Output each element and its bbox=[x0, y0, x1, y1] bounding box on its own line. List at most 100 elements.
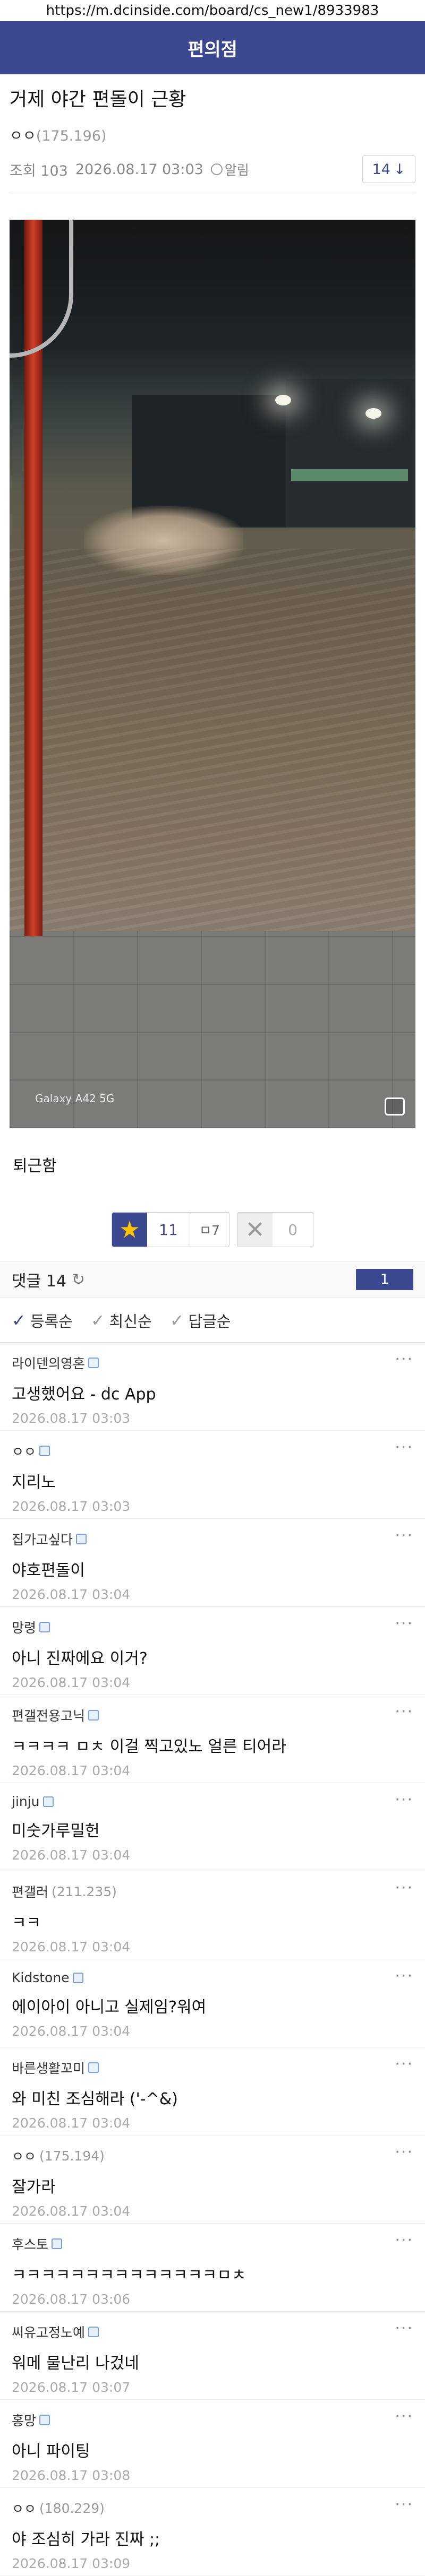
comment-item[interactable]: 후스토 ㅋㅋㅋㅋㅋㅋㅋㅋㅋㅋㅋㅋㅋㅋㅁㅊ 2026.08.17 03:06 ··· bbox=[0, 2224, 425, 2312]
more-icon[interactable]: ··· bbox=[395, 2143, 413, 2162]
more-icon[interactable]: ··· bbox=[395, 1350, 413, 1369]
comment-date: 2026.08.17 03:04 bbox=[12, 1939, 131, 1955]
comment-text: 잘가라 bbox=[12, 2178, 56, 2197]
comment-author[interactable]: jinju bbox=[12, 1794, 413, 1809]
check-icon: ✓ bbox=[12, 1310, 26, 1330]
comment-page-badge[interactable]: 1 bbox=[356, 1269, 413, 1290]
upvote-count: 11 bbox=[159, 1221, 178, 1239]
downvote-count: 0 bbox=[288, 1221, 298, 1239]
comment-date: 2026.08.17 03:04 bbox=[12, 2115, 131, 2131]
comment-author[interactable]: 바른생활꼬미 bbox=[12, 2058, 413, 2077]
comment-nick: 라이덴의영혼 bbox=[12, 1356, 86, 1371]
more-icon[interactable]: ··· bbox=[395, 1526, 413, 1545]
gallog-icon bbox=[39, 2415, 50, 2425]
comment-jump-button[interactable]: 14 ↓ bbox=[362, 155, 415, 183]
comment-ip: (211.235) bbox=[52, 1883, 117, 1899]
gallog-icon bbox=[88, 1358, 99, 1368]
comment-ip: (180.229) bbox=[39, 2500, 105, 2516]
url-bar[interactable]: https://m.dcinside.com/board/cs_new1/893… bbox=[0, 0, 425, 21]
comment-item[interactable]: ㅇㅇ (175.194) 잘가라 2026.08.17 03:04 ··· bbox=[0, 2136, 425, 2224]
board-header[interactable]: 편의점 bbox=[0, 21, 425, 74]
sort-label: 답글순 bbox=[188, 1312, 231, 1330]
gallog-icon bbox=[72, 1972, 83, 1983]
upvote-box[interactable]: ★ 11 ㅁ7 bbox=[112, 1212, 230, 1247]
comment-item[interactable]: Kidstone 에이아이 아니고 실제임?워여 2026.08.17 03:04 ·… bbox=[0, 1959, 425, 2047]
comment-date: 2026.08.17 03:07 bbox=[12, 2380, 131, 2395]
author-nick: ㅇㅇ bbox=[10, 128, 36, 144]
board-title: 편의점 bbox=[188, 39, 237, 60]
comment-item[interactable]: 라이덴의영혼 고생했어요 - dc App 2026.08.17 03:03 ··· bbox=[0, 1343, 425, 1431]
refresh-icon[interactable]: ↻ bbox=[72, 1270, 85, 1289]
more-icon[interactable]: ··· bbox=[395, 1702, 413, 1721]
comment-author[interactable]: ㅇㅇ (180.229) bbox=[12, 2499, 413, 2518]
sort-label: 등록순 bbox=[30, 1312, 73, 1330]
post-image[interactable]: Galaxy A42 5G bbox=[10, 220, 415, 1128]
comment-nick: 홍망 bbox=[12, 2413, 37, 2428]
comment-author[interactable]: 홍망 bbox=[12, 2410, 413, 2430]
comment-item[interactable]: 홍망 아니 파이팅 2026.08.17 03:08 ··· bbox=[0, 2400, 425, 2488]
comment-nick: 망령 bbox=[12, 1620, 37, 1636]
more-icon[interactable]: ··· bbox=[395, 2495, 413, 2514]
comment-author[interactable]: 편갤러 (211.235) bbox=[12, 1882, 413, 1901]
chat-icon[interactable] bbox=[385, 1097, 405, 1116]
comment-item[interactable]: 바른생활꼬미 와 미친 조심해라 ('-^&) 2026.08.17 03:04 ··… bbox=[0, 2047, 425, 2136]
comment-nick: 바른생활꼬미 bbox=[12, 2061, 86, 2076]
gallog-icon bbox=[88, 2327, 99, 2337]
comment-item[interactable]: 망령 아니 진짜에요 이거? 2026.08.17 03:04 ··· bbox=[0, 1607, 425, 1695]
comment-author[interactable]: 편갤전용고닉 bbox=[12, 1706, 413, 1725]
comment-text: ㅋㅋ bbox=[12, 1914, 41, 1932]
comment-item[interactable]: 편갤러 (211.235) ㅋㅋ 2026.08.17 03:04 ··· bbox=[0, 1871, 425, 1959]
comment-author[interactable]: 집가고싶다 bbox=[12, 1529, 413, 1549]
alarm-label: 알림 bbox=[224, 162, 249, 178]
fixed-upvote-count: ㅁ7 bbox=[190, 1213, 229, 1247]
comment-author[interactable]: 씨유고정노예 bbox=[12, 2322, 413, 2341]
more-icon[interactable]: ··· bbox=[395, 1438, 413, 1457]
comment-count: 14 bbox=[372, 161, 390, 178]
comment-date: 2026.08.17 03:06 bbox=[12, 2292, 131, 2307]
more-icon[interactable]: ··· bbox=[395, 2231, 413, 2250]
comment-text: 워메 물난리 나겄네 bbox=[12, 2354, 139, 2373]
comment-item[interactable]: 편갤전용고닉 ㅋㅋㅋㅋ ㅁㅊ 이걸 찍고있노 얼른 티어라 2026.08.17 0… bbox=[0, 1695, 425, 1783]
comment-author[interactable]: Kidstone bbox=[12, 1970, 413, 1985]
comment-item[interactable]: 집가고싶다 야호편돌이 2026.08.17 03:04 ··· bbox=[0, 1519, 425, 1607]
comment-date: 2026.08.17 03:03 bbox=[12, 1411, 131, 1426]
star-icon[interactable]: ★ bbox=[112, 1213, 147, 1247]
downvote-box[interactable]: ✕ 0 bbox=[237, 1212, 313, 1247]
comment-item[interactable]: jinju 미숫가루밀헌 2026.08.17 03:04 ··· bbox=[0, 1783, 425, 1871]
alarm-button[interactable]: 알림 bbox=[210, 160, 249, 179]
more-icon[interactable]: ··· bbox=[395, 1614, 413, 1633]
comment-text: ㅋㅋㅋㅋㅋㅋㅋㅋㅋㅋㅋㅋㅋㅋㅁㅊ bbox=[12, 2266, 246, 2285]
gallog-icon bbox=[42, 1796, 54, 1807]
more-icon[interactable]: ··· bbox=[395, 1791, 413, 1809]
comment-item[interactable]: 씨유고정노예워메 물난리 나겄네 2026.08.17 03:07 ··· bbox=[0, 2312, 425, 2400]
comment-author[interactable]: ㅇㅇ (175.194) bbox=[12, 2146, 413, 2165]
comment-author[interactable]: 라이덴의영혼 bbox=[12, 1353, 413, 1372]
comment-text: 아니 파이팅 bbox=[12, 2442, 90, 2461]
author-ip: (175.196) bbox=[36, 128, 107, 144]
more-icon[interactable]: ··· bbox=[395, 1879, 413, 1897]
post-header: 거제 야간 편돌이 근황 ㅇㅇ(175.196) 조회 103 2026.08.… bbox=[0, 74, 425, 194]
photo-mirror bbox=[10, 220, 73, 358]
comment-item[interactable]: ㅇㅇ (180.229) 야 조심히 가라 진짜 ;; 2026.08.17 03:0… bbox=[0, 2488, 425, 2576]
photo-flood-water bbox=[10, 549, 415, 931]
more-icon[interactable]: ··· bbox=[395, 2407, 413, 2426]
sort-latest[interactable]: ✓ 최신순 bbox=[91, 1309, 152, 1332]
comment-header: 댓글 14 ↻ 1 bbox=[0, 1261, 425, 1298]
more-icon[interactable]: ··· bbox=[395, 2319, 413, 2338]
close-icon[interactable]: ✕ bbox=[237, 1213, 273, 1247]
gallog-icon bbox=[88, 1710, 99, 1721]
comment-nick: 씨유고정노예 bbox=[12, 2325, 86, 2340]
comment-author[interactable]: ㅇㅇ bbox=[12, 1441, 413, 1460]
check-icon: ✓ bbox=[169, 1310, 184, 1330]
comment-header-title: 댓글 14 bbox=[12, 1272, 66, 1291]
post-author[interactable]: ㅇㅇ(175.196) bbox=[10, 124, 415, 145]
comment-nick: jinju bbox=[12, 1794, 40, 1809]
comment-item[interactable]: ㅇㅇ 지리노 2026.08.17 03:03 ··· bbox=[0, 1431, 425, 1519]
more-icon[interactable]: ··· bbox=[395, 1967, 413, 1985]
more-icon[interactable]: ··· bbox=[395, 2055, 413, 2073]
comment-author[interactable]: 후스토 bbox=[12, 2234, 413, 2253]
post-body: 퇴근함 bbox=[13, 1157, 57, 1175]
comment-author[interactable]: 망령 bbox=[12, 1618, 413, 1637]
sort-registered[interactable]: ✓ 등록순 bbox=[12, 1309, 73, 1332]
sort-replies[interactable]: ✓ 답글순 bbox=[170, 1309, 231, 1332]
